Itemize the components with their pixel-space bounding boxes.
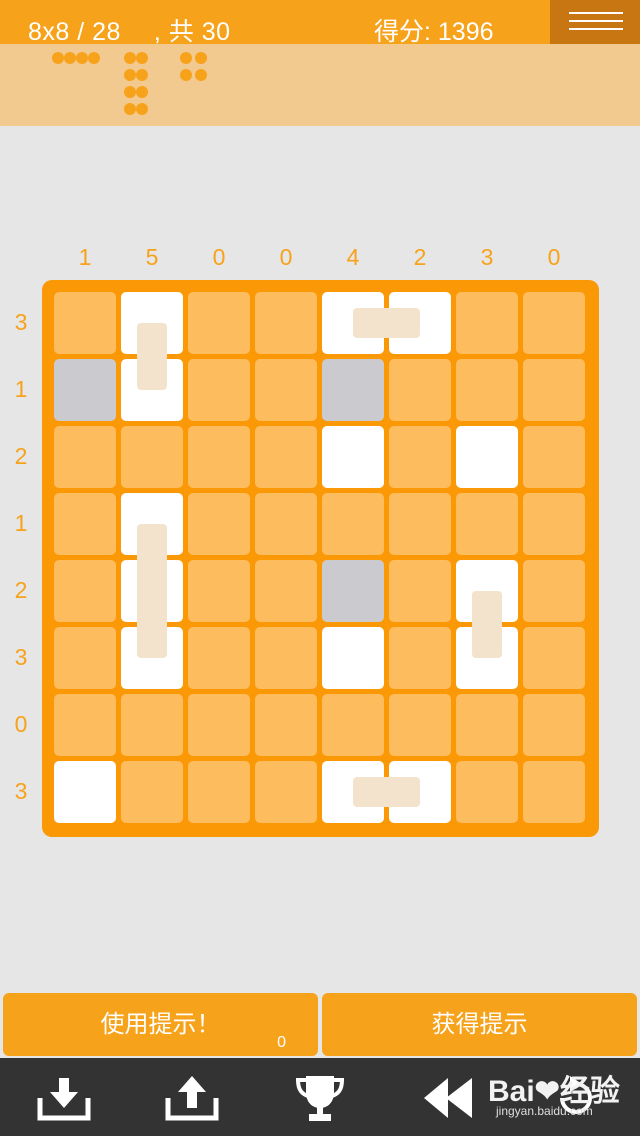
column-hint: 4 <box>346 244 360 270</box>
row-hint: 3 <box>14 778 28 804</box>
empty-cell[interactable] <box>523 560 585 622</box>
empty-cell[interactable] <box>188 694 250 756</box>
get-hint-label: 获得提示 <box>431 1011 528 1038</box>
empty-cell[interactable] <box>188 292 250 354</box>
ship-piece-vertical-4[interactable] <box>124 52 154 118</box>
empty-cell[interactable] <box>54 694 116 756</box>
empty-cell[interactable] <box>389 359 451 421</box>
column-hint: 0 <box>212 244 226 270</box>
empty-cell[interactable] <box>255 560 317 622</box>
empty-cell[interactable] <box>188 627 250 689</box>
empty-cell[interactable] <box>255 426 317 488</box>
empty-cell[interactable] <box>389 627 451 689</box>
ship-link <box>353 308 420 338</box>
ship-pieces-tray <box>0 44 640 126</box>
hint-count: 0 <box>277 1034 286 1051</box>
water-cell[interactable] <box>322 560 384 622</box>
ship-piece-square[interactable] <box>180 52 210 82</box>
get-hint-button[interactable]: 获得提示 <box>322 993 637 1056</box>
column-hint: 1 <box>78 244 92 270</box>
empty-cell[interactable] <box>54 493 116 555</box>
rewind-icon[interactable] <box>420 1070 476 1126</box>
empty-cell[interactable] <box>523 426 585 488</box>
empty-cell[interactable] <box>188 426 250 488</box>
empty-cell[interactable] <box>456 694 518 756</box>
ship-link <box>472 591 502 658</box>
menu-button[interactable] <box>550 0 640 44</box>
game-board <box>42 280 599 837</box>
empty-cell[interactable] <box>389 694 451 756</box>
row-hint: 3 <box>14 309 28 335</box>
empty-cell[interactable] <box>322 493 384 555</box>
download-icon[interactable] <box>36 1070 92 1126</box>
empty-cell[interactable] <box>523 292 585 354</box>
ship-link <box>137 524 167 658</box>
ship-link <box>353 777 420 807</box>
empty-cell[interactable] <box>389 493 451 555</box>
empty-cell[interactable] <box>255 493 317 555</box>
empty-cell[interactable] <box>255 694 317 756</box>
use-hint-button[interactable]: 使用提示！ 0 <box>3 993 318 1056</box>
row-hint: 3 <box>14 644 28 670</box>
empty-cell[interactable] <box>54 292 116 354</box>
ship-link <box>137 323 167 390</box>
empty-cell[interactable] <box>523 493 585 555</box>
empty-cell[interactable] <box>121 694 183 756</box>
row-hint: 1 <box>14 376 28 402</box>
empty-cell[interactable] <box>255 292 317 354</box>
column-hint: 2 <box>413 244 427 270</box>
empty-cell[interactable] <box>121 426 183 488</box>
empty-cell[interactable] <box>121 761 183 823</box>
column-hint: 3 <box>480 244 494 270</box>
row-hint: 0 <box>14 711 28 737</box>
empty-cell[interactable] <box>523 627 585 689</box>
menu-icon-line <box>569 28 623 30</box>
ship-cell[interactable] <box>322 426 384 488</box>
trophy-icon[interactable] <box>292 1070 348 1126</box>
empty-cell[interactable] <box>456 493 518 555</box>
water-cell[interactable] <box>54 359 116 421</box>
upload-icon[interactable] <box>164 1070 220 1126</box>
ship-cell[interactable] <box>54 761 116 823</box>
ship-cell[interactable] <box>456 426 518 488</box>
empty-cell[interactable] <box>188 493 250 555</box>
empty-cell[interactable] <box>255 359 317 421</box>
empty-cell[interactable] <box>255 761 317 823</box>
empty-cell[interactable] <box>54 560 116 622</box>
empty-cell[interactable] <box>322 694 384 756</box>
empty-cell[interactable] <box>523 694 585 756</box>
empty-cell[interactable] <box>456 761 518 823</box>
menu-icon-line <box>569 12 623 14</box>
empty-cell[interactable] <box>389 560 451 622</box>
empty-cell[interactable] <box>188 761 250 823</box>
empty-cell[interactable] <box>255 627 317 689</box>
empty-cell[interactable] <box>456 359 518 421</box>
water-cell[interactable] <box>322 359 384 421</box>
empty-cell[interactable] <box>523 761 585 823</box>
empty-cell[interactable] <box>389 426 451 488</box>
row-hint: 2 <box>14 577 28 603</box>
empty-cell[interactable] <box>54 627 116 689</box>
column-hint: 0 <box>547 244 561 270</box>
ship-piece-horizontal-3[interactable] <box>52 52 102 66</box>
menu-icon-line <box>569 20 623 22</box>
empty-cell[interactable] <box>523 359 585 421</box>
use-hint-label: 使用提示！ <box>100 1011 221 1038</box>
empty-cell[interactable] <box>54 426 116 488</box>
level-progress: 8x8 / 28 , 共 30 <box>28 18 231 46</box>
watermark-url: jingyan.baidu.com <box>496 1104 593 1118</box>
empty-cell[interactable] <box>188 359 250 421</box>
score-display: 得分: 1396 <box>374 18 494 46</box>
column-hint: 0 <box>279 244 293 270</box>
ship-cell[interactable] <box>322 627 384 689</box>
empty-cell[interactable] <box>188 560 250 622</box>
empty-cell[interactable] <box>456 292 518 354</box>
row-hint: 2 <box>14 443 28 469</box>
top-bar: 8x8 / 28 , 共 30 得分: 1396 <box>0 0 640 46</box>
row-hint: 1 <box>14 510 28 536</box>
column-hint: 5 <box>145 244 159 270</box>
